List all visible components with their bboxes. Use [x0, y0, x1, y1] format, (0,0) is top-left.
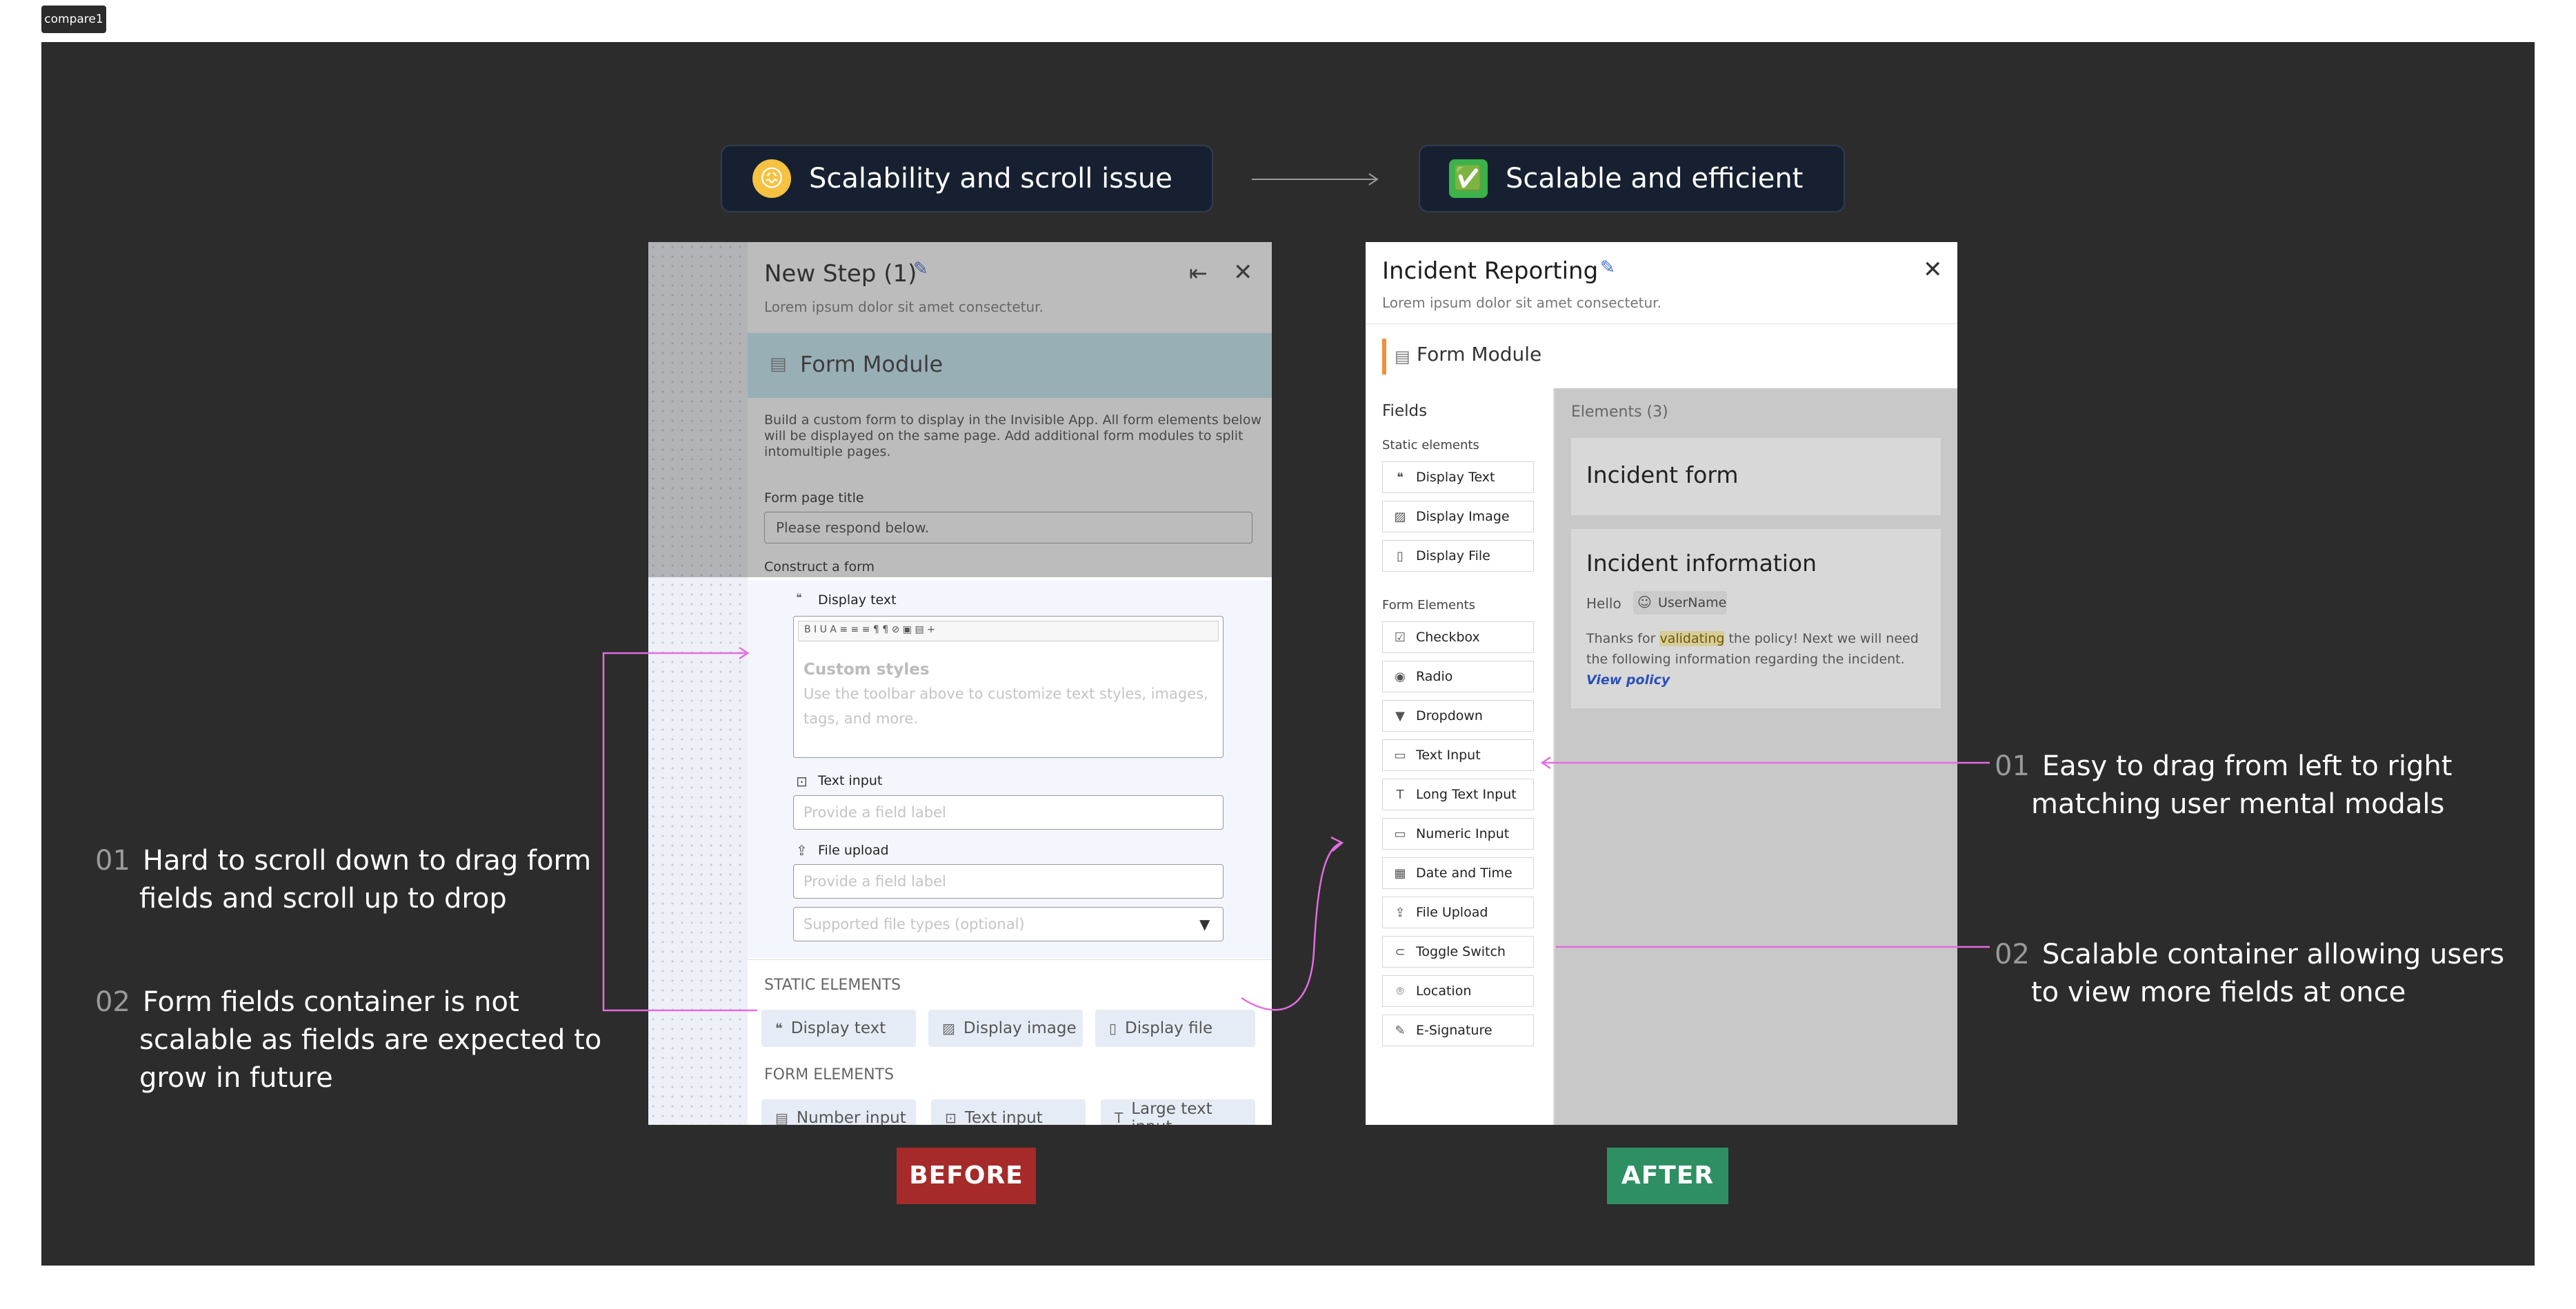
- before-badge: BEFORE: [897, 1148, 1036, 1204]
- after-annotation-1: 01 Easy to drag from left to right matchi…: [1995, 750, 2453, 820]
- annotation-lines: [602, 646, 1990, 1012]
- before-annotation-1: 01 Hard to scroll down to drag form field…: [95, 845, 592, 915]
- after-badge: AFTER: [1607, 1148, 1728, 1204]
- after-annotation-2: 02 Scalable container allowing users to v…: [1995, 939, 2505, 1008]
- before-annotation-2: 02 Form fields container is not scalable …: [95, 986, 602, 1094]
